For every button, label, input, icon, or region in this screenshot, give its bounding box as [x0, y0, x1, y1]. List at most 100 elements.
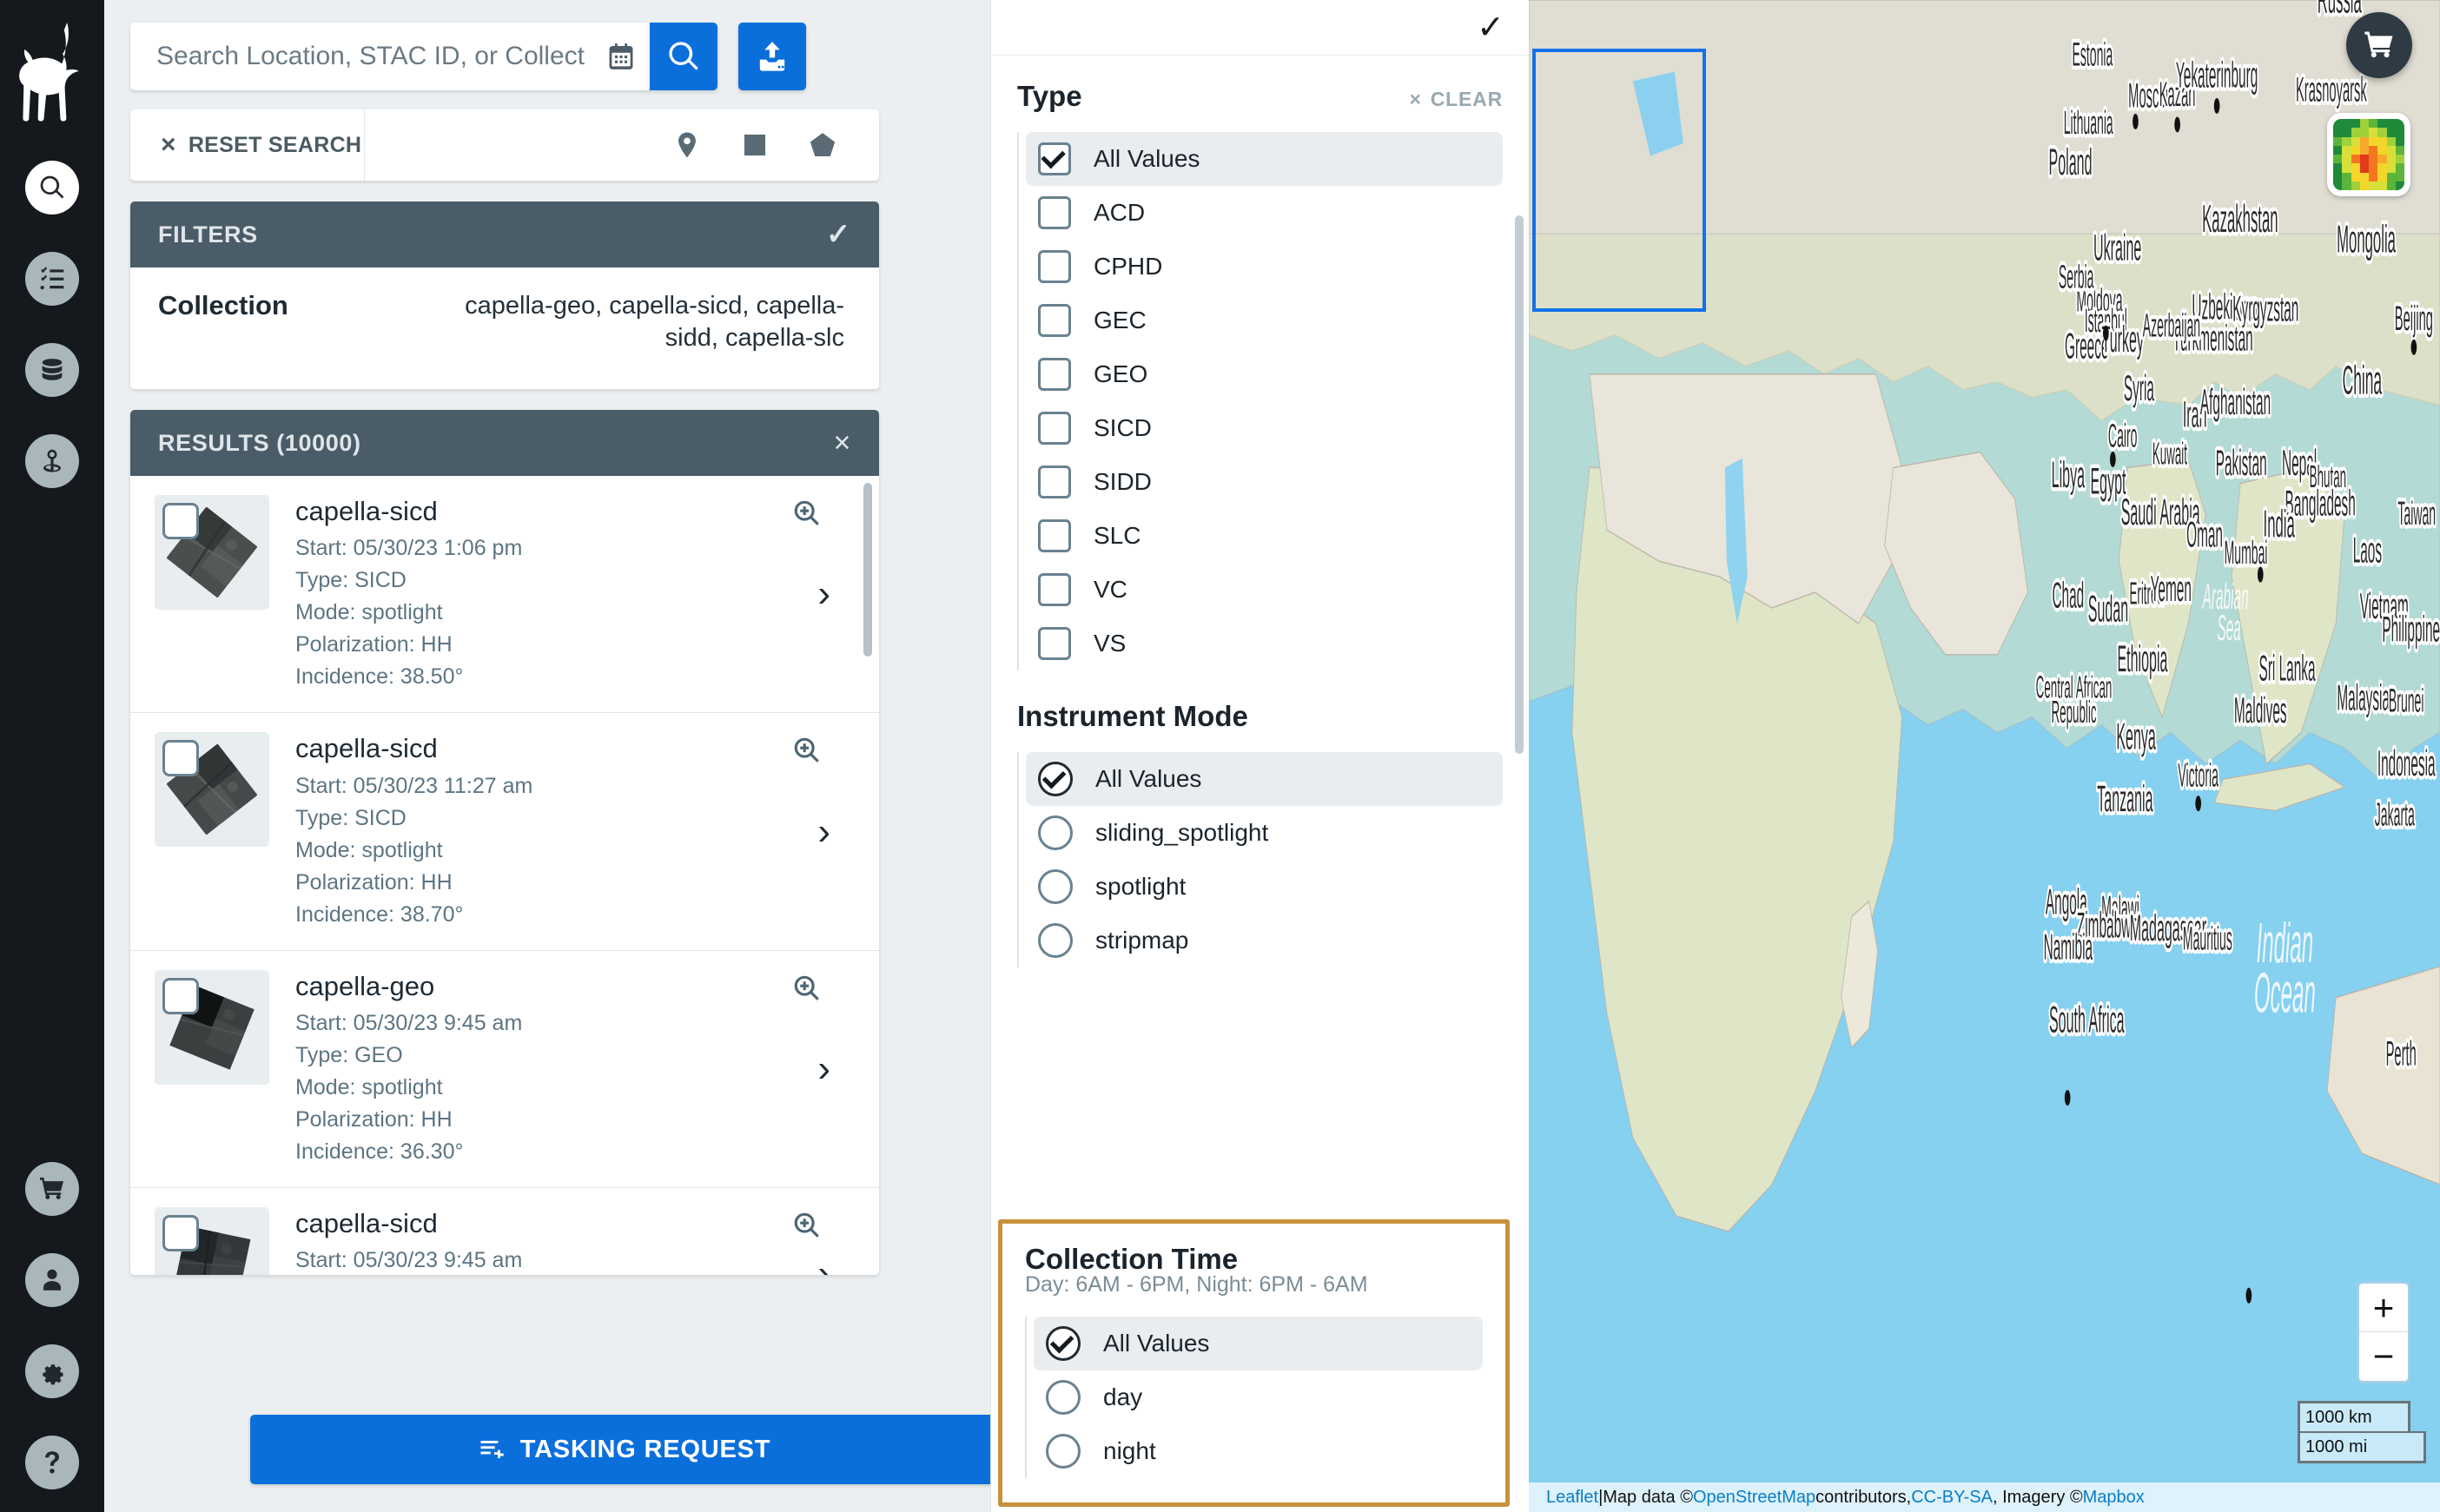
filter-option-acd[interactable]: ACD: [1026, 186, 1503, 240]
result-item[interactable]: capella-sicd Start: 05/30/23 1:06 pm Type…: [130, 476, 879, 714]
polygon-icon[interactable]: [808, 130, 837, 160]
checkbox-icon[interactable]: [1038, 358, 1071, 391]
type-filter-clear-button[interactable]: × CLEAR: [1410, 88, 1503, 111]
filter-option-label: All Values: [1095, 765, 1202, 792]
reset-search-button[interactable]: × RESET SEARCH: [130, 109, 365, 181]
result-expand-chevron[interactable]: ›: [817, 1254, 830, 1275]
rail-item-locations[interactable]: [25, 434, 79, 488]
checkbox-icon[interactable]: [1038, 250, 1071, 283]
heatmap-cell: [2377, 119, 2387, 129]
checkbox-icon[interactable]: [1038, 573, 1071, 606]
check-icon[interactable]: ✓: [826, 220, 851, 249]
filter-option-sliding-spotlight[interactable]: sliding_spotlight: [1026, 806, 1503, 860]
map-label: Mumbai: [2225, 535, 2268, 571]
checkbox-icon[interactable]: [1038, 196, 1071, 229]
rail-item-collections[interactable]: [25, 343, 79, 397]
checkbox-icon[interactable]: [1038, 465, 1071, 498]
zoom-to-result-icon[interactable]: [792, 498, 822, 532]
mapbox-link[interactable]: Mapbox: [2083, 1488, 2145, 1508]
result-item[interactable]: capella-sicd Start: 05/30/23 9:45 amType…: [130, 1188, 879, 1276]
radio-icon[interactable]: [1038, 923, 1073, 958]
result-select-checkbox[interactable]: [162, 740, 199, 777]
map-view[interactable]: RussiaEstoniaLithuaniaPolandUkraineMoldo…: [1529, 0, 2440, 1512]
results-list[interactable]: capella-sicd Start: 05/30/23 1:06 pm Type…: [130, 476, 879, 1276]
result-expand-chevron[interactable]: ›: [817, 575, 830, 613]
tasking-request-label: TASKING REQUEST: [519, 1435, 771, 1463]
calendar-button[interactable]: [591, 23, 651, 90]
filter-sidebar-scrollbar[interactable]: [1515, 215, 1524, 754]
filter-option-night[interactable]: night: [1034, 1424, 1483, 1478]
radio-icon[interactable]: [1038, 869, 1073, 904]
zoom-to-result-icon[interactable]: [792, 1211, 822, 1245]
filter-option-all-values[interactable]: All Values: [1026, 752, 1503, 806]
result-select-checkbox[interactable]: [162, 977, 199, 1014]
results-card: RESULTS (10000) × capella-sicd Start: 05…: [130, 410, 879, 1276]
zoom-out-button[interactable]: −: [2359, 1332, 2408, 1381]
heatmap-cell: [2386, 172, 2396, 182]
checkbox-icon[interactable]: [1038, 519, 1071, 552]
map-cart-button[interactable]: [2346, 12, 2412, 78]
filter-option-day[interactable]: day: [1034, 1370, 1483, 1424]
result-item[interactable]: capella-geo Start: 05/30/23 9:45 am Type:…: [130, 951, 879, 1188]
rail-item-help[interactable]: [25, 1436, 79, 1489]
filter-option-vc[interactable]: VC: [1026, 563, 1503, 617]
filter-option-gec[interactable]: GEC: [1026, 294, 1503, 347]
checkbox-icon[interactable]: [1038, 304, 1071, 337]
map-label: Serbia: [2059, 260, 2094, 296]
rail-item-cart[interactable]: [25, 1162, 79, 1216]
result-item[interactable]: capella-sicd Start: 05/30/23 11:27 am Typ…: [130, 713, 879, 951]
result-expand-chevron[interactable]: ›: [817, 812, 830, 851]
leaflet-link[interactable]: Leaflet: [1546, 1488, 1598, 1508]
rail-item-settings[interactable]: [25, 1344, 79, 1398]
zoom-to-result-icon[interactable]: [792, 736, 822, 769]
search-submit-button[interactable]: [650, 23, 717, 90]
square-icon[interactable]: [740, 130, 770, 160]
filter-option-all-values[interactable]: All Values: [1034, 1317, 1483, 1370]
radio-icon[interactable]: [1038, 762, 1073, 796]
checkbox-icon[interactable]: [1038, 627, 1071, 660]
radio-icon[interactable]: [1038, 815, 1073, 850]
filter-option-stripmap[interactable]: stripmap: [1026, 914, 1503, 967]
radio-icon[interactable]: [1046, 1326, 1081, 1361]
filter-option-vs[interactable]: VS: [1026, 617, 1503, 670]
radio-icon[interactable]: [1046, 1434, 1081, 1469]
heatmap-cell: [2351, 155, 2360, 164]
result-select-checkbox[interactable]: [162, 1214, 199, 1251]
openstreetmap-link[interactable]: OpenStreetMap: [1693, 1488, 1815, 1508]
result-select-checkbox[interactable]: [162, 503, 199, 540]
map-label: Namibia: [2044, 927, 2093, 967]
filter-option-geo[interactable]: GEO: [1026, 347, 1503, 401]
filter-option-spotlight[interactable]: spotlight: [1026, 860, 1503, 914]
rail-item-account[interactable]: [25, 1253, 79, 1307]
checkbox-icon[interactable]: [1038, 142, 1071, 175]
tasking-request-button[interactable]: TASKING REQUEST: [250, 1415, 999, 1484]
check-icon[interactable]: ✓: [1477, 11, 1504, 44]
filter-option-sidd[interactable]: SIDD: [1026, 455, 1503, 509]
rail-item-search[interactable]: [25, 161, 79, 215]
heatmap-cell: [2386, 181, 2396, 190]
filter-option-sicd[interactable]: SICD: [1026, 401, 1503, 455]
heatmap-cell: [2377, 128, 2387, 137]
rail-item-tasks[interactable]: [25, 252, 79, 306]
result-thumbnail-wrap: [155, 495, 269, 611]
search-input[interactable]: [130, 23, 591, 90]
close-icon[interactable]: ×: [834, 428, 851, 458]
zoom-to-result-icon[interactable]: [792, 974, 822, 1007]
search-icon: [669, 42, 698, 70]
heatmap-thumbnail[interactable]: [2327, 113, 2410, 196]
filter-option-all-values[interactable]: All Values: [1026, 132, 1503, 186]
upload-button[interactable]: [738, 23, 806, 90]
map-label: Sea: [2217, 608, 2240, 648]
license-link[interactable]: CC-BY-SA: [1911, 1488, 1993, 1508]
result-meta-line: Mode: spotlight: [295, 600, 443, 625]
radio-icon[interactable]: [1046, 1380, 1081, 1415]
result-expand-chevron[interactable]: ›: [817, 1049, 830, 1088]
map-pin-icon[interactable]: [672, 130, 702, 160]
collection-filter-value[interactable]: capella-geo, capella-sicd, capella-sidd,…: [445, 290, 844, 354]
filter-option-slc[interactable]: SLC: [1026, 509, 1503, 563]
heatmap-cell: [2369, 172, 2378, 182]
calendar-icon: [609, 43, 633, 69]
filter-option-cphd[interactable]: CPHD: [1026, 240, 1503, 294]
zoom-in-button[interactable]: +: [2359, 1284, 2408, 1332]
checkbox-icon[interactable]: [1038, 412, 1071, 445]
